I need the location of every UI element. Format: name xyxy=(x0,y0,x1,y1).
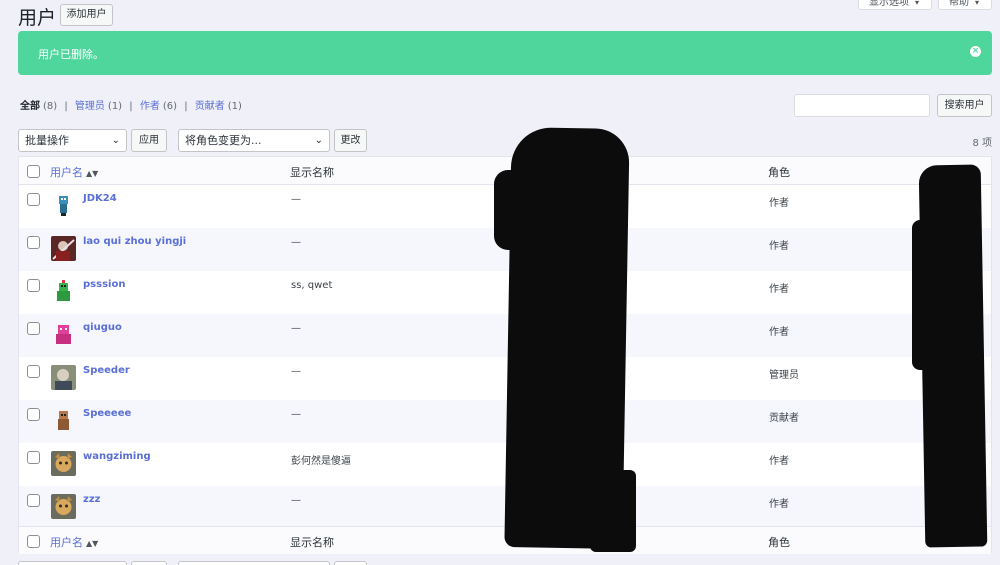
avatar xyxy=(51,193,76,218)
bulk-action-value: 批量操作 xyxy=(25,134,69,147)
sort-icon: ▲▼ xyxy=(86,539,99,548)
apply-button[interactable] xyxy=(131,561,167,565)
change-role-value: 将角色变更为... xyxy=(185,134,262,147)
dismiss-icon[interactable]: × xyxy=(970,46,981,57)
filter-author[interactable]: 作者 (6) xyxy=(140,101,177,112)
change-role-select[interactable] xyxy=(178,561,330,565)
username-link[interactable]: Speeder xyxy=(83,365,130,376)
help-tab[interactable]: 帮助 ▾ xyxy=(938,0,992,10)
user-role: 作者 xyxy=(769,284,789,295)
sort-icon: ▲▼ xyxy=(86,169,99,178)
search-input[interactable] xyxy=(794,94,930,117)
separator: | xyxy=(184,101,188,112)
select-all-checkbox[interactable] xyxy=(27,165,40,178)
user-role: 管理员 xyxy=(769,370,799,381)
display-name: ss, qwet xyxy=(291,280,333,291)
filter-contributor[interactable]: 贡献者 (1) xyxy=(195,101,242,112)
user-role: 作者 xyxy=(769,241,789,252)
column-username[interactable]: 用户名 ▲▼ xyxy=(50,164,98,180)
avatar xyxy=(51,365,76,390)
redaction-mark xyxy=(590,470,636,552)
row-checkbox[interactable] xyxy=(27,451,40,464)
apply-button[interactable]: 应用 xyxy=(131,129,167,152)
row-checkbox[interactable] xyxy=(27,279,40,292)
user-role: 作者 xyxy=(769,456,789,467)
item-count: 8 项 xyxy=(972,138,992,149)
username-link[interactable]: wangziming xyxy=(83,451,151,462)
add-user-button[interactable]: 添加用户 xyxy=(60,4,113,26)
username-link[interactable]: lao qui zhou yingji xyxy=(83,236,186,247)
chevron-down-icon: ⌄ xyxy=(314,135,323,146)
user-role: 作者 xyxy=(769,198,789,209)
username-link[interactable]: qiuguo xyxy=(83,322,122,333)
change-button[interactable] xyxy=(334,561,367,565)
row-checkbox[interactable] xyxy=(27,494,40,507)
screen-options-tab[interactable]: 显示选项 ▾ xyxy=(858,0,932,10)
user-role: 作者 xyxy=(769,327,789,338)
table-row: Speeder — 管理员 xyxy=(19,357,991,400)
display-name: — xyxy=(291,495,301,506)
table-row: psssion ss, qwet 作者 xyxy=(19,271,991,314)
separator: | xyxy=(64,101,68,112)
bulk-action-select[interactable] xyxy=(18,561,127,565)
redaction-mark xyxy=(494,170,534,250)
avatar xyxy=(51,451,76,476)
user-role: 作者 xyxy=(769,499,789,510)
display-name: — xyxy=(291,237,301,248)
display-name: — xyxy=(291,323,301,334)
search-users-button[interactable]: 搜索用户 xyxy=(937,94,992,117)
display-name: 彭何然是傻逼 xyxy=(291,456,351,467)
username-link[interactable]: JDK24 xyxy=(83,193,117,204)
redaction-mark xyxy=(912,220,932,370)
avatar xyxy=(51,494,76,519)
row-checkbox[interactable] xyxy=(27,322,40,335)
row-checkbox[interactable] xyxy=(27,408,40,421)
column-display-name: 显示名称 xyxy=(290,166,334,179)
row-checkbox[interactable] xyxy=(27,365,40,378)
bulk-action-select[interactable]: 批量操作 ⌄ xyxy=(18,129,127,152)
notice-message: 用户已删除。 xyxy=(38,48,104,61)
select-all-checkbox[interactable] xyxy=(27,535,40,548)
display-name: — xyxy=(291,366,301,377)
help-label: 帮助 xyxy=(949,0,969,8)
user-role: 贡献者 xyxy=(769,413,799,424)
display-name: — xyxy=(291,409,301,420)
column-username[interactable]: 用户名 ▲▼ xyxy=(50,534,98,550)
column-display-name: 显示名称 xyxy=(290,536,334,549)
row-checkbox[interactable] xyxy=(27,193,40,206)
caret-down-icon: ▾ xyxy=(975,0,980,7)
change-button[interactable]: 更改 xyxy=(334,129,367,152)
row-checkbox[interactable] xyxy=(27,236,40,249)
caret-down-icon: ▾ xyxy=(915,0,920,7)
separator: | xyxy=(129,101,133,112)
filter-administrator[interactable]: 管理员 (1) xyxy=(75,101,122,112)
chevron-down-icon: ⌄ xyxy=(111,135,120,146)
avatar xyxy=(51,279,76,304)
avatar xyxy=(51,322,76,347)
avatar xyxy=(51,408,76,433)
success-notice: 用户已删除。 × xyxy=(18,31,992,75)
screen-options-label: 显示选项 xyxy=(869,0,909,8)
username-link[interactable]: psssion xyxy=(83,279,125,290)
page-title: 用户 xyxy=(18,7,57,29)
column-role: 角色 xyxy=(768,536,790,549)
display-name: — xyxy=(291,194,301,205)
username-link[interactable]: zzz xyxy=(83,494,100,505)
column-role: 角色 xyxy=(768,166,790,179)
change-role-select[interactable]: 将角色变更为... ⌄ xyxy=(178,129,330,152)
username-link[interactable]: Speeeee xyxy=(83,408,131,419)
table-row: Speeeee — 贡献者 xyxy=(19,400,991,443)
avatar xyxy=(51,236,76,261)
table-row: qiuguo — 作者 xyxy=(19,314,991,357)
role-filter-links: 全部 (8) | 管理员 (1) | 作者 (6) | 贡献者 (1) xyxy=(20,97,242,112)
filter-all[interactable]: 全部 (8) xyxy=(20,101,57,112)
